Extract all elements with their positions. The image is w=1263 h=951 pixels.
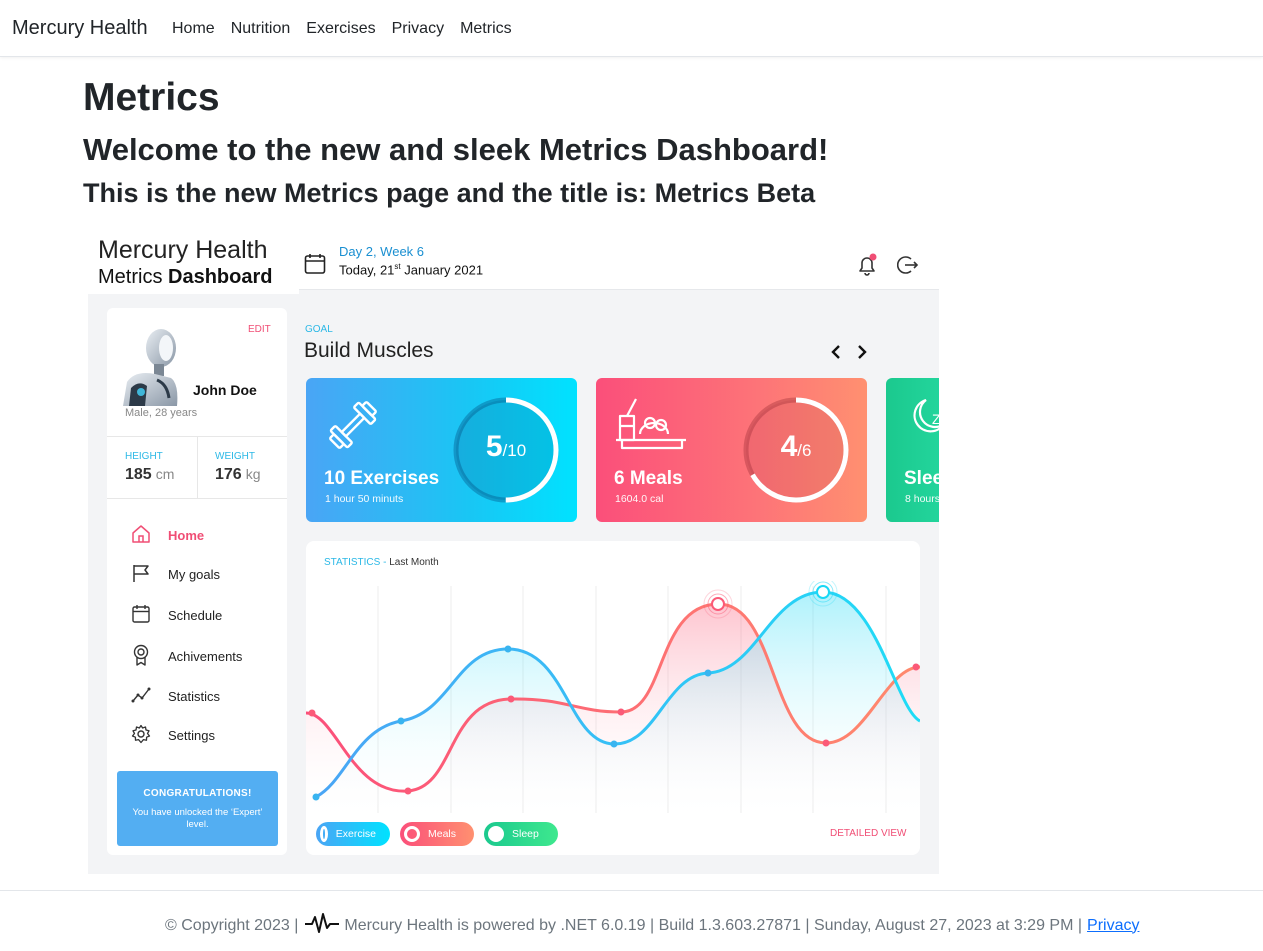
nav-links: Home Nutrition Exercises Privacy Metrics (172, 20, 512, 38)
calendar-icon (304, 253, 326, 280)
statistics-card: STATISTICS - Last Month Exercise Meals S… (306, 541, 920, 855)
sidebar-item-label: Settings (168, 728, 215, 743)
meals-card-title: 6 Meals (614, 468, 683, 489)
brand-link[interactable]: Mercury Health (12, 17, 148, 40)
footer-divider (0, 890, 1263, 891)
edit-profile-link[interactable]: EDIT (248, 324, 271, 335)
welcome-heading: Welcome to the new and sleek Metrics Das… (83, 132, 829, 167)
legend-sleep-toggle[interactable]: Sleep (484, 822, 558, 846)
nav-exercises[interactable]: Exercises (306, 20, 375, 38)
exercise-card-subtitle: 1 hour 50 minuts (325, 493, 404, 505)
chevron-left-icon[interactable] (830, 344, 842, 365)
detailed-view-link[interactable]: DETAILED VIEW (830, 828, 907, 839)
nav-privacy[interactable]: Privacy (392, 20, 444, 38)
metrics-dashboard-image: Mercury Health Metrics Dashboard Day 2, … (88, 236, 939, 874)
nav-home[interactable]: Home (172, 20, 215, 38)
divider (107, 498, 287, 499)
sidebar-item-achivements[interactable]: Achivements (131, 644, 242, 669)
sidebar-item-home[interactable]: Home (131, 524, 204, 547)
weight-value: 176 kg (215, 466, 261, 483)
profile-sidebar: EDIT John Doe Male, 28 years HEIGHT 185 c… (107, 308, 287, 855)
dumbbell-icon (324, 396, 382, 459)
congrats-title: CONGRATULATIONS! (143, 788, 252, 799)
footer-powered-by: Mercury Health is powered by .NET 6.0.19… (344, 916, 1083, 934)
goal-navigation (830, 344, 868, 365)
sidebar-item-label: Home (168, 528, 205, 543)
svg-text:Z: Z (932, 411, 939, 427)
medal-icon (131, 644, 151, 669)
logout-icon[interactable] (896, 254, 919, 281)
gear-icon (131, 724, 151, 747)
trend-icon (131, 685, 151, 708)
today-date: Today, 21st January 2021 (339, 262, 484, 278)
congratulations-banner: CONGRATULATIONS! You have unlocked the ‘… (117, 771, 278, 846)
meals-card-subtitle: 1604.0 cal (615, 493, 664, 505)
exercise-card-title: 10 Exercises (324, 468, 440, 489)
goal-label: GOAL (305, 324, 333, 335)
statistics-heading: STATISTICS - Last Month (324, 557, 439, 568)
robot-avatar-icon (117, 318, 185, 406)
subtitle-heading: This is the new Metrics page and the tit… (83, 178, 816, 208)
footer-privacy-link[interactable]: Privacy (1087, 917, 1139, 935)
toggle-dot-icon (320, 826, 328, 842)
chevron-right-icon[interactable] (856, 344, 868, 365)
profile-name: John Doe (193, 382, 257, 398)
profile-meta: Male, 28 years (125, 407, 198, 419)
divider (197, 436, 198, 498)
meal-icon (614, 396, 690, 461)
meals-card[interactable]: 4/6 6 Meals 1604.0 cal (596, 378, 867, 522)
sidebar-item-settings[interactable]: Settings (131, 724, 215, 747)
day-week-label: Day 2, Week 6 (339, 244, 425, 259)
chart-legend: Exercise Meals Sleep (316, 822, 558, 846)
meals-ring-label: 4/6 (780, 430, 812, 463)
sidebar-item-label: My goals (168, 567, 221, 582)
sidebar-item-label: Achivements (168, 649, 243, 664)
sidebar-item-statistics[interactable]: Statistics (131, 685, 220, 708)
calendar-icon (131, 604, 151, 627)
sidebar-item-label: Statistics (168, 689, 221, 704)
sidebar-item-schedule[interactable]: Schedule (131, 604, 222, 627)
dashboard-logo: Mercury Health Metrics Dashboard (88, 236, 299, 294)
height-label: HEIGHT (125, 451, 163, 462)
legend-exercise-toggle[interactable]: Exercise (316, 822, 390, 846)
legend-meals-toggle[interactable]: Meals (400, 822, 474, 846)
bell-icon[interactable] (855, 253, 879, 282)
home-icon (131, 524, 151, 547)
statistics-chart (306, 581, 920, 821)
sleep-card-subtitle: 8 hours (905, 493, 939, 505)
page-title: Metrics (83, 76, 220, 119)
exercise-ring-label: 5/10 (485, 430, 527, 463)
nav-metrics[interactable]: Metrics (460, 20, 512, 38)
nav-nutrition[interactable]: Nutrition (231, 20, 291, 38)
sidebar-item-my-goals[interactable]: My goals (131, 563, 220, 586)
footer: © Copyright 2023 | Mercury Health is pow… (165, 912, 1139, 939)
toggle-dot-icon (404, 826, 420, 842)
sleep-card-title: Slee (904, 468, 939, 489)
toggle-dot-icon (488, 826, 504, 842)
heartbeat-icon (304, 912, 340, 939)
exercise-card[interactable]: 5/10 10 Exercises 1 hour 50 minuts (306, 378, 577, 522)
congrats-body: You have unlocked the ‘Expert’ level. (132, 807, 263, 830)
top-navbar: Mercury Health Home Nutrition Exercises … (0, 0, 1263, 57)
footer-copyright: © Copyright 2023 | (165, 916, 299, 934)
sleep-card[interactable]: Z Slee 8 hours (886, 378, 939, 522)
moon-icon: Z (904, 394, 939, 449)
goal-title: Build Muscles (304, 339, 434, 362)
flag-icon (131, 563, 151, 586)
logo-title: Mercury Health (98, 236, 268, 264)
sidebar-item-label: Schedule (168, 608, 223, 623)
logo-subtitle: Metrics Dashboard (98, 266, 273, 288)
height-value: 185 cm (125, 466, 175, 483)
weight-label: WEIGHT (215, 451, 255, 462)
